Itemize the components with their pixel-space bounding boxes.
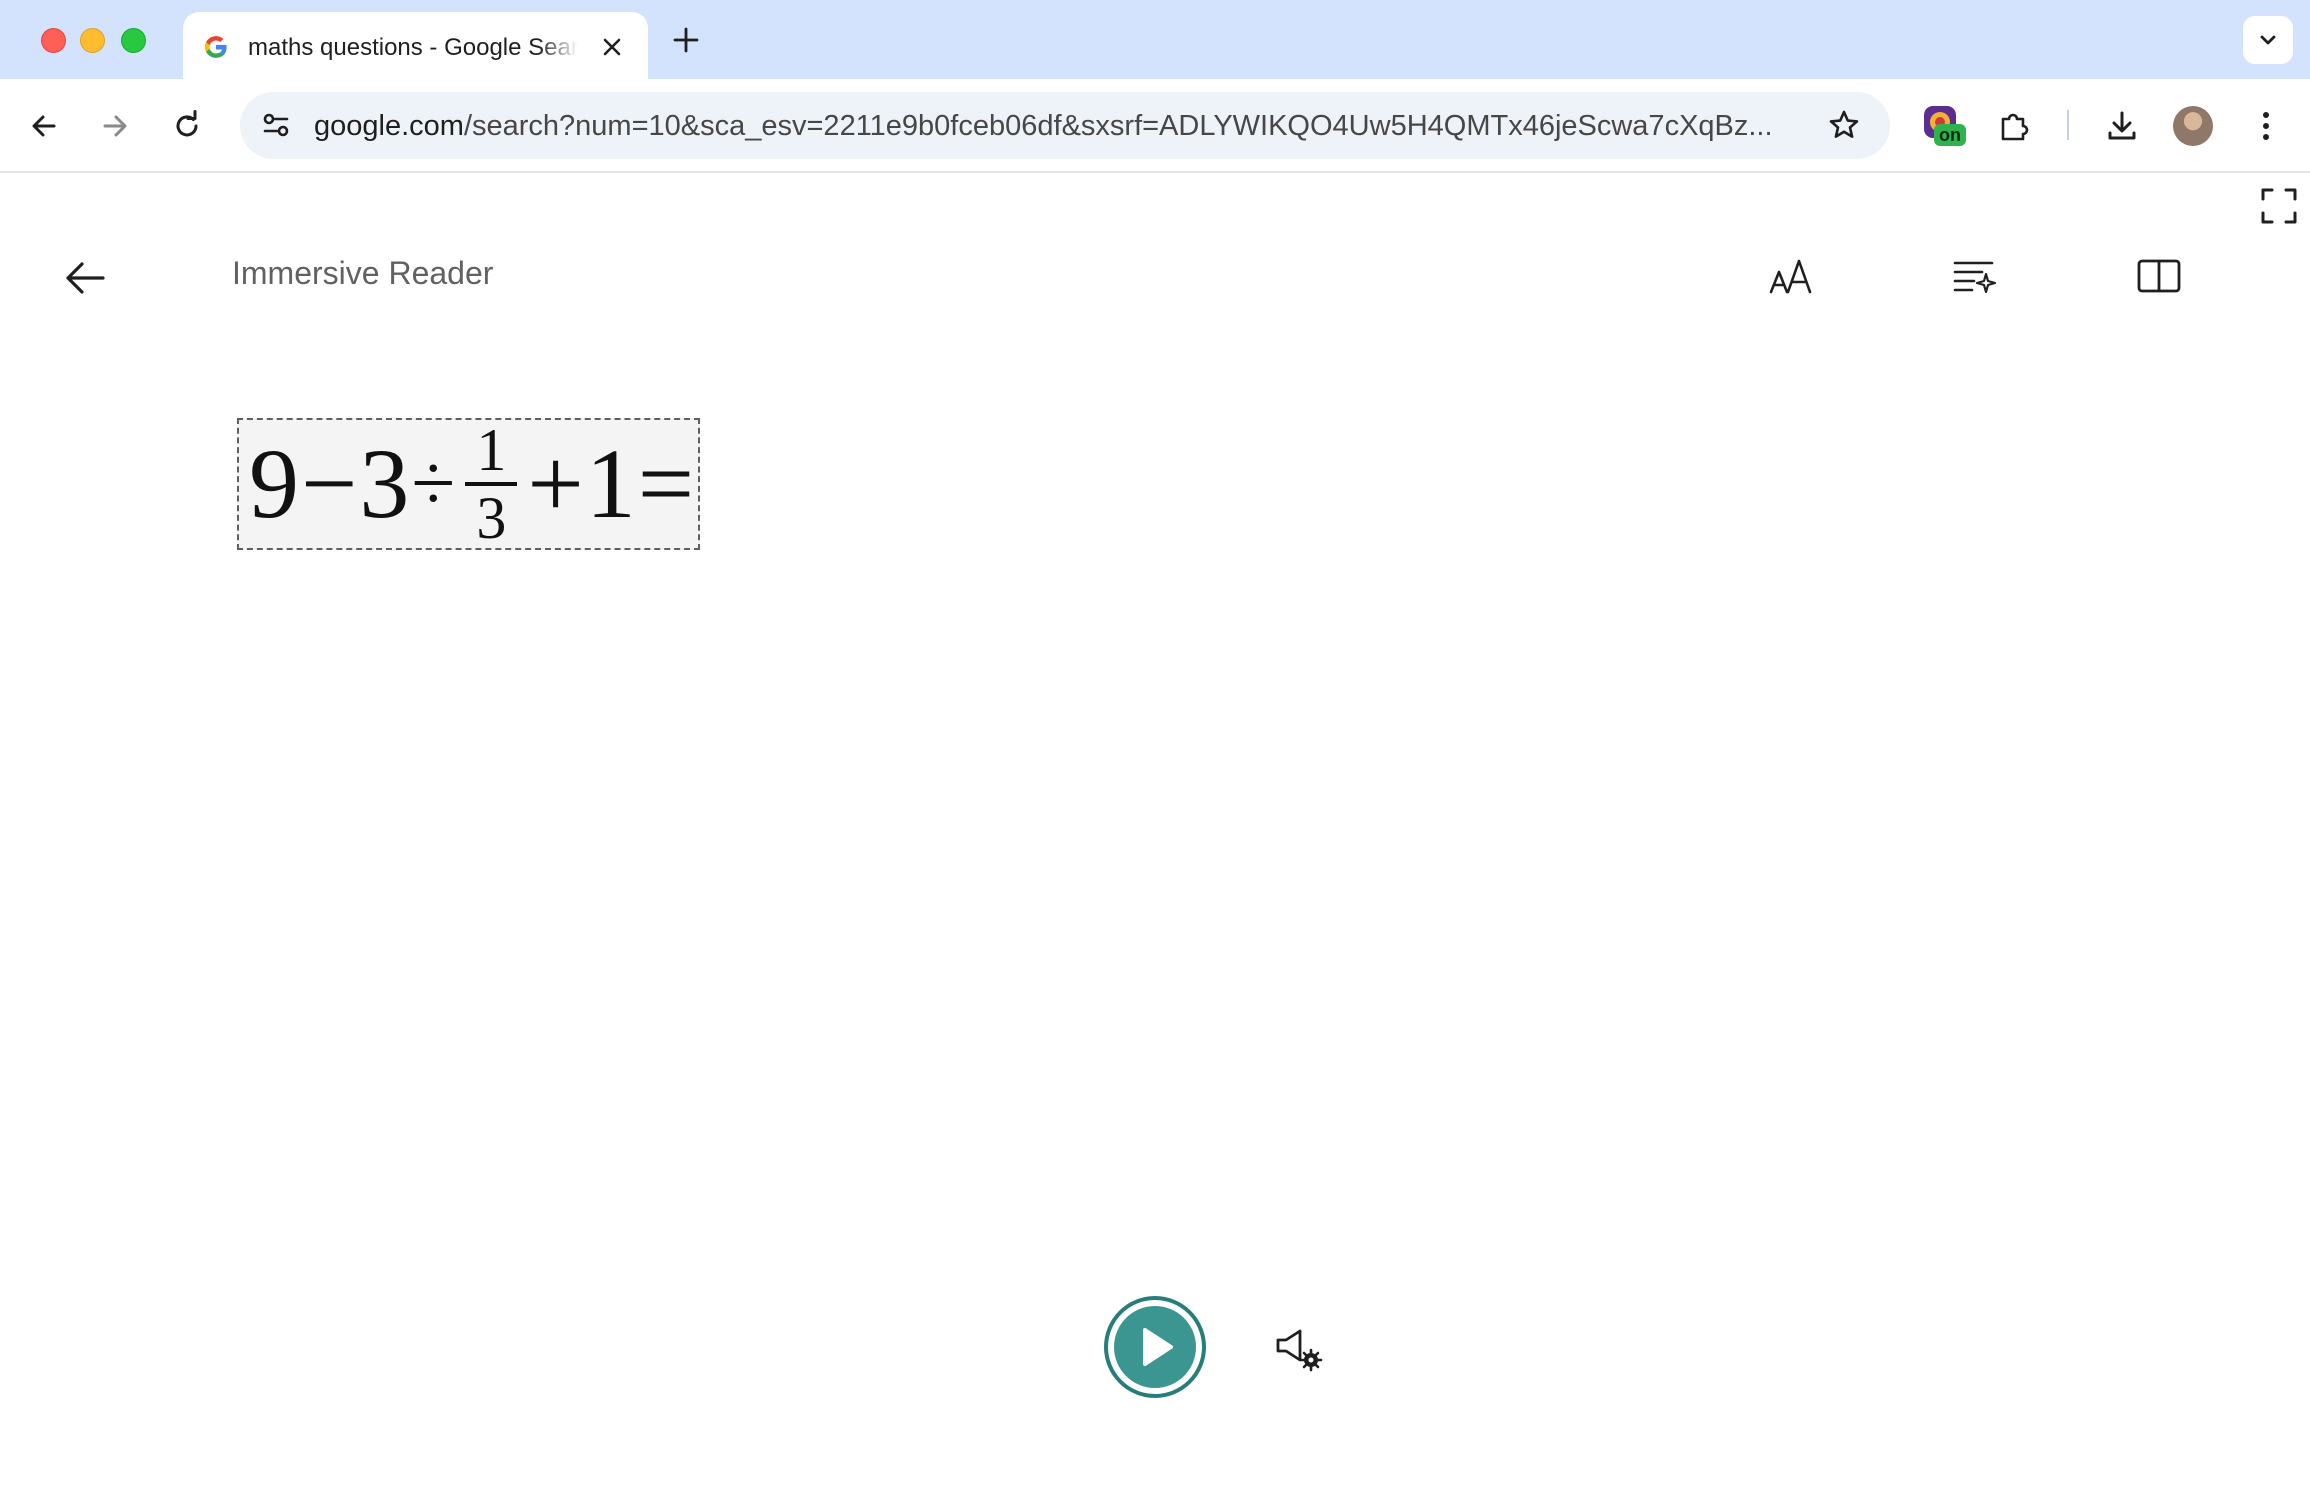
star-icon[interactable] — [1827, 108, 1861, 142]
maximize-window-button[interactable] — [121, 28, 146, 53]
reload-icon — [176, 110, 198, 137]
reader-back-arrow-icon[interactable] — [62, 255, 108, 301]
extension-button[interactable]: on — [1922, 104, 1966, 146]
close-window-button[interactable] — [41, 28, 66, 53]
url-host: google.com — [314, 110, 464, 142]
fraction-numerator: 1 — [476, 417, 507, 483]
reading-preferences-button[interactable] — [2133, 250, 2185, 302]
book-open-icon — [2137, 259, 2181, 293]
grammar-sparkle-icon — [1953, 261, 1997, 294]
back-arrow-icon — [32, 115, 56, 137]
reader-title: Immersive Reader — [232, 255, 494, 291]
kebab-menu-icon — [2263, 112, 2269, 140]
url-path: /search?num=10&sca_esv=2211e9b0fceb06df&… — [463, 110, 1773, 142]
browser-menu-button[interactable] — [2246, 106, 2286, 146]
url-text[interactable]: google.com/search?num=10&sca_esv=2211e9b… — [314, 110, 1834, 143]
play-button[interactable] — [1104, 1296, 1206, 1398]
voice-settings-icon[interactable] — [1274, 1324, 1324, 1374]
equation-operator: + — [527, 428, 584, 539]
puzzle-icon — [2001, 113, 2029, 141]
fullscreen-icon[interactable] — [2260, 187, 2298, 225]
fraction-denominator: 3 — [476, 485, 507, 551]
tab-strip: maths questions - Google Search — [0, 0, 2310, 79]
text-preferences-button[interactable] — [1765, 250, 1817, 302]
reload-button[interactable] — [167, 106, 207, 146]
equation-fraction: 1 3 — [465, 417, 518, 551]
equation-operator: − — [301, 428, 358, 539]
equation: 9 − 3 ÷ 1 3 + 1 = — [249, 420, 696, 548]
toolbar-separator — [2067, 110, 2069, 140]
play-icon — [1143, 1328, 1173, 1366]
tab-search-button[interactable] — [2243, 16, 2293, 64]
downloads-button[interactable] — [2102, 106, 2142, 146]
google-g-icon — [204, 36, 227, 58]
tab-title: maths questions - Google Search — [248, 34, 578, 61]
equation-operator: = — [637, 428, 695, 539]
tab-active[interactable]: maths questions - Google Search — [183, 12, 648, 79]
back-button[interactable] — [24, 106, 64, 146]
forward-button[interactable] — [95, 106, 135, 146]
chevron-down-icon — [2260, 35, 2276, 45]
tune-icon[interactable] — [260, 109, 292, 141]
new-tab-icon[interactable] — [672, 26, 700, 54]
minimize-window-button[interactable] — [80, 28, 105, 53]
address-bar[interactable]: google.com/search?num=10&sca_esv=2211e9b… — [240, 92, 1890, 159]
equation-operator: ÷ — [411, 440, 456, 528]
equation-image[interactable]: 9 − 3 ÷ 1 3 + 1 = — [237, 418, 700, 550]
extensions-button[interactable] — [1994, 106, 2034, 146]
close-tab-icon[interactable] — [601, 36, 623, 58]
text-size-icon — [1769, 259, 1812, 294]
extension-badge: on — [1934, 124, 1966, 146]
equation-term: 9 — [249, 428, 299, 539]
forward-arrow-icon — [103, 115, 127, 137]
grammar-options-button[interactable] — [1949, 250, 2001, 302]
download-icon — [2108, 111, 2136, 140]
equation-term: 1 — [585, 428, 636, 539]
equation-term: 3 — [359, 428, 410, 539]
play-button-face — [1114, 1306, 1196, 1388]
profile-avatar[interactable] — [2173, 106, 2213, 146]
